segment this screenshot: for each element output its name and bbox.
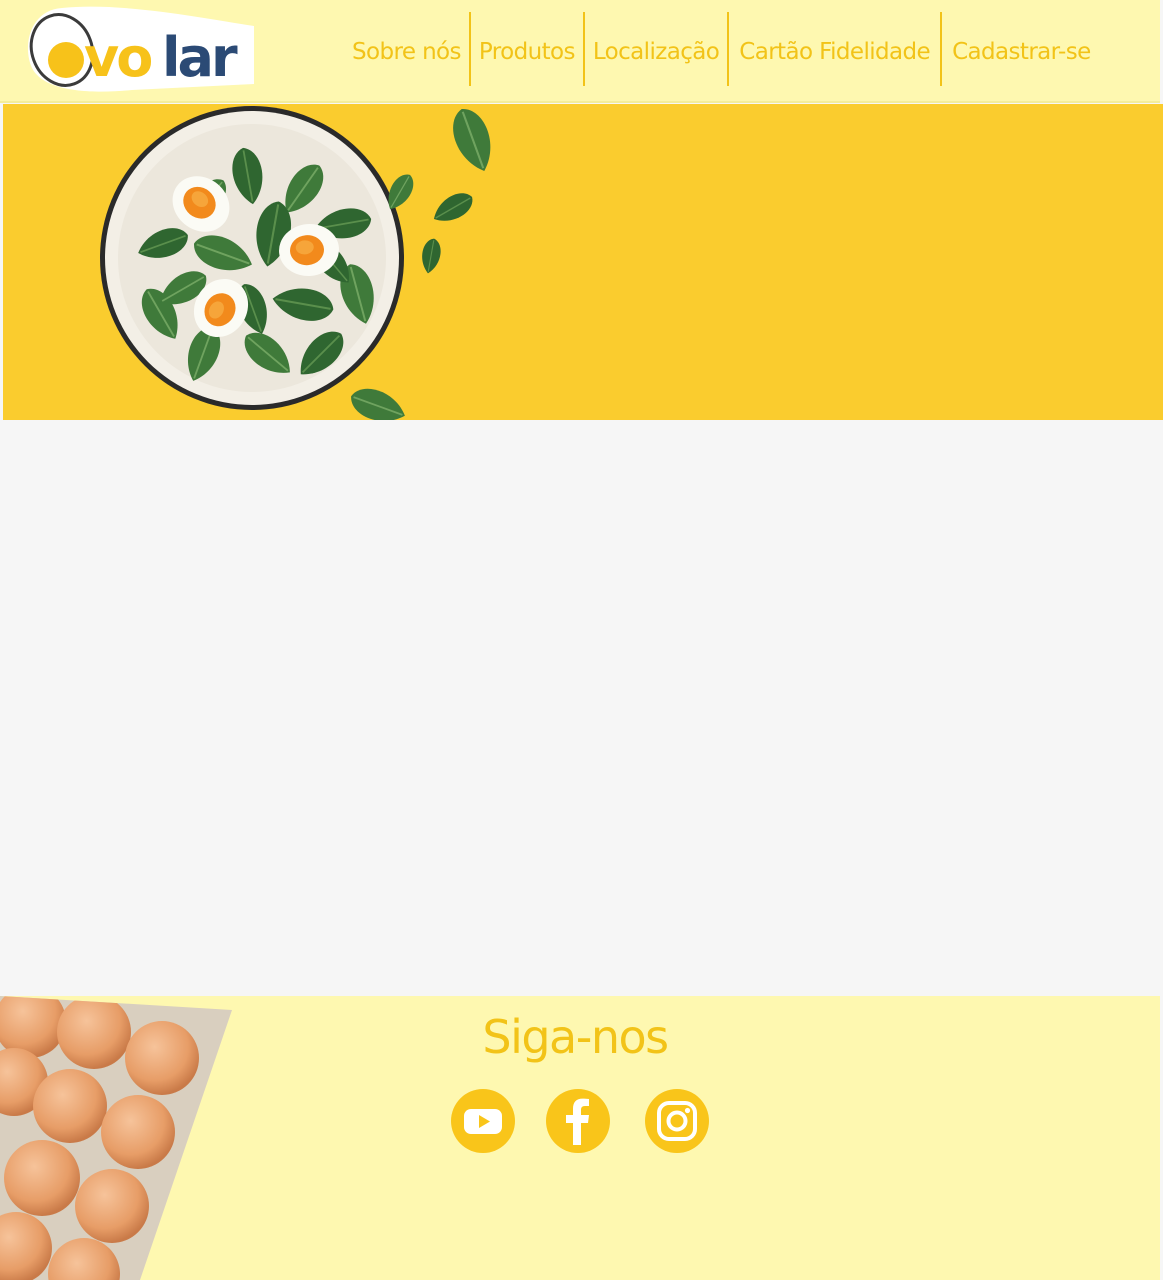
svg-text:lar: lar bbox=[162, 26, 238, 89]
main-content bbox=[0, 420, 1163, 996]
site-footer: Siga-nos bbox=[0, 996, 1160, 1280]
nav-sobre-nos[interactable]: Sobre nós bbox=[344, 12, 469, 86]
nav-cartao-fidelidade[interactable]: Cartão Fidelidade bbox=[729, 12, 940, 86]
hero-banner bbox=[3, 104, 1163, 420]
youtube-icon[interactable] bbox=[451, 1089, 515, 1153]
facebook-icon[interactable] bbox=[546, 1089, 610, 1153]
site-header: vo lar Sobre nós Produtos Localização Ca… bbox=[0, 0, 1160, 103]
ovolar-logo[interactable]: vo lar bbox=[22, 6, 254, 92]
nav-localizacao[interactable]: Localização bbox=[585, 12, 727, 86]
salad-bowl-image bbox=[100, 104, 502, 420]
main-nav: Sobre nós Produtos Localização Cartão Fi… bbox=[344, 12, 1099, 86]
nav-produtos[interactable]: Produtos bbox=[471, 12, 583, 86]
egg-carton-image bbox=[0, 996, 232, 1280]
instagram-icon[interactable] bbox=[645, 1089, 709, 1153]
nav-cadastrar-se[interactable]: Cadastrar-se bbox=[942, 12, 1099, 86]
follow-us-title: Siga-nos bbox=[482, 1010, 669, 1064]
svg-text:vo: vo bbox=[84, 26, 151, 89]
